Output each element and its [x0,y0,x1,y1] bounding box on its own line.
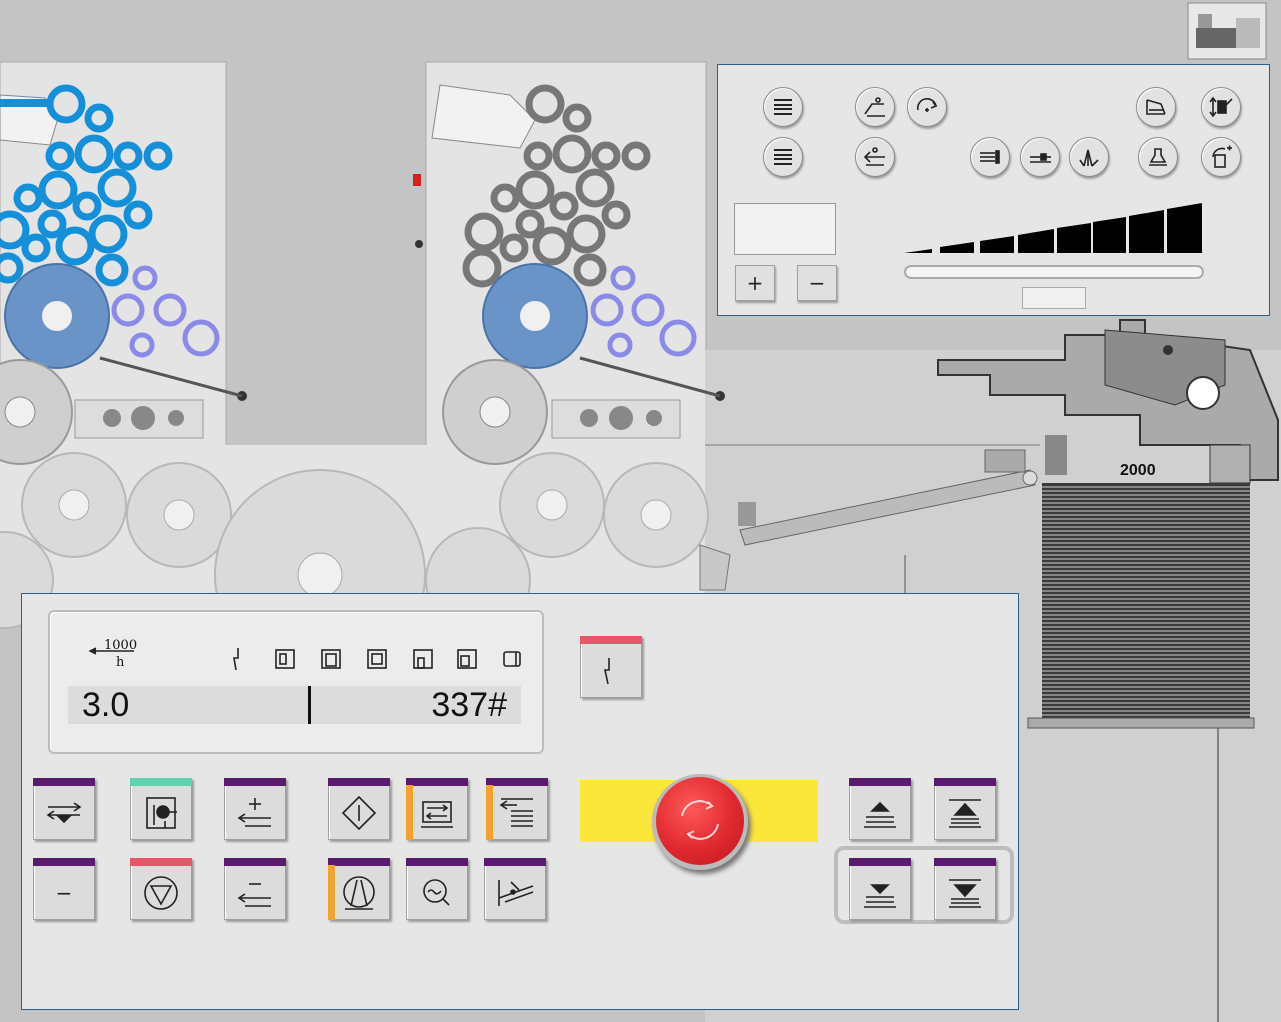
speed-unit-top: 1000 [104,638,138,653]
dampening-icon [423,879,450,906]
plate-clamp-button[interactable] [484,858,546,920]
value-display-box [734,203,836,255]
feeder-minus-button[interactable]: − [33,858,95,920]
machine-thumbnail-button[interactable] [1188,3,1266,59]
impression-on-button[interactable] [328,858,390,920]
pile-down-icon-button[interactable] [763,137,803,177]
pull-lay-icon [1030,153,1051,163]
powder-icon [1149,148,1167,166]
stack-icon [774,99,792,115]
feeder-icon [864,97,885,117]
impression-icon [343,876,375,910]
side-lay-icon [980,150,1000,164]
pile-feed-button[interactable] [486,778,548,840]
adjustment-panel: + − [717,64,1270,316]
powder-spray-button[interactable] [1138,137,1178,177]
delivery-pile-down-button[interactable] [849,858,911,920]
rotate-plate-icon [1212,145,1232,168]
fault-acknowledge-button[interactable] [580,636,642,698]
sheet-feed-icon [146,797,177,829]
register-icon [1209,96,1233,118]
delivery-pile-up-fast-button[interactable] [934,778,996,840]
speed-increase-button[interactable] [224,778,286,840]
pile-lower-icon [864,884,896,908]
sheet-separator-button[interactable] [1069,137,1109,177]
transfer-icon [863,147,885,166]
fault-icon [604,658,610,685]
pile-raise-fast-icon [949,799,981,828]
speed-value: 3.0 [68,686,308,724]
delivery-pile-down-fast-button[interactable] [934,858,996,920]
control-panel: 1000 h 3.0 337# − [21,593,1019,1010]
sheet-transfer-button[interactable] [855,137,895,177]
pile-lower-fast-icon [949,879,981,908]
transport-icon [46,802,82,824]
increase-button[interactable]: + [735,265,775,301]
pile-raise-icon [864,801,896,828]
speed-unit: 1000 h [88,638,138,670]
pile-feed-icon [499,798,533,827]
separator-icon [1079,149,1099,167]
stop-triangle-icon [144,876,178,910]
register-adjust-button[interactable] [1201,87,1241,127]
speed-unit-bottom: h [116,655,125,670]
rotate-arrows-icon [681,800,719,840]
status-display: 1000 h 3.0 337# [48,610,544,754]
start-button[interactable] [328,778,390,840]
run-press-button[interactable] [130,778,192,840]
stop-button[interactable] [130,858,192,920]
sheet-count: 337# [311,686,521,724]
washup-icon [421,801,453,828]
feeder-transport-button[interactable] [33,778,95,840]
pull-lay-button[interactable] [1020,137,1060,177]
speed-minus-icon [237,883,271,907]
mode-icons [233,648,521,671]
level-bars[interactable] [904,203,1204,255]
speed-decrease-button[interactable] [224,858,286,920]
slider-track[interactable] [904,265,1204,279]
slider-value-box [1022,287,1086,309]
start-diamond-icon [341,795,377,831]
dampening-button[interactable] [406,858,468,920]
rotate-plus-button[interactable] [907,87,947,127]
emergency-stop-button[interactable] [652,774,748,870]
rotate-reset-button[interactable] [1201,137,1241,177]
decrease-button[interactable]: − [797,265,837,301]
feeder-adjust-button[interactable] [855,87,895,127]
washup-button[interactable] [406,778,468,840]
minus-label: − [55,881,73,905]
delivery-tilt-icon [1146,99,1166,115]
plate-clamp-icon [498,880,534,906]
rotate-icon [916,97,938,112]
side-lay-button[interactable] [970,137,1010,177]
fault-icon [233,648,239,671]
pile-count-label: 2000 [1120,462,1156,479]
delivery-tilt-button[interactable] [1136,87,1176,127]
speed-plus-icon [237,798,271,827]
pile-up-icon-button[interactable] [763,87,803,127]
stack-icon [774,149,792,165]
delivery-pile-up-button[interactable] [849,778,911,840]
